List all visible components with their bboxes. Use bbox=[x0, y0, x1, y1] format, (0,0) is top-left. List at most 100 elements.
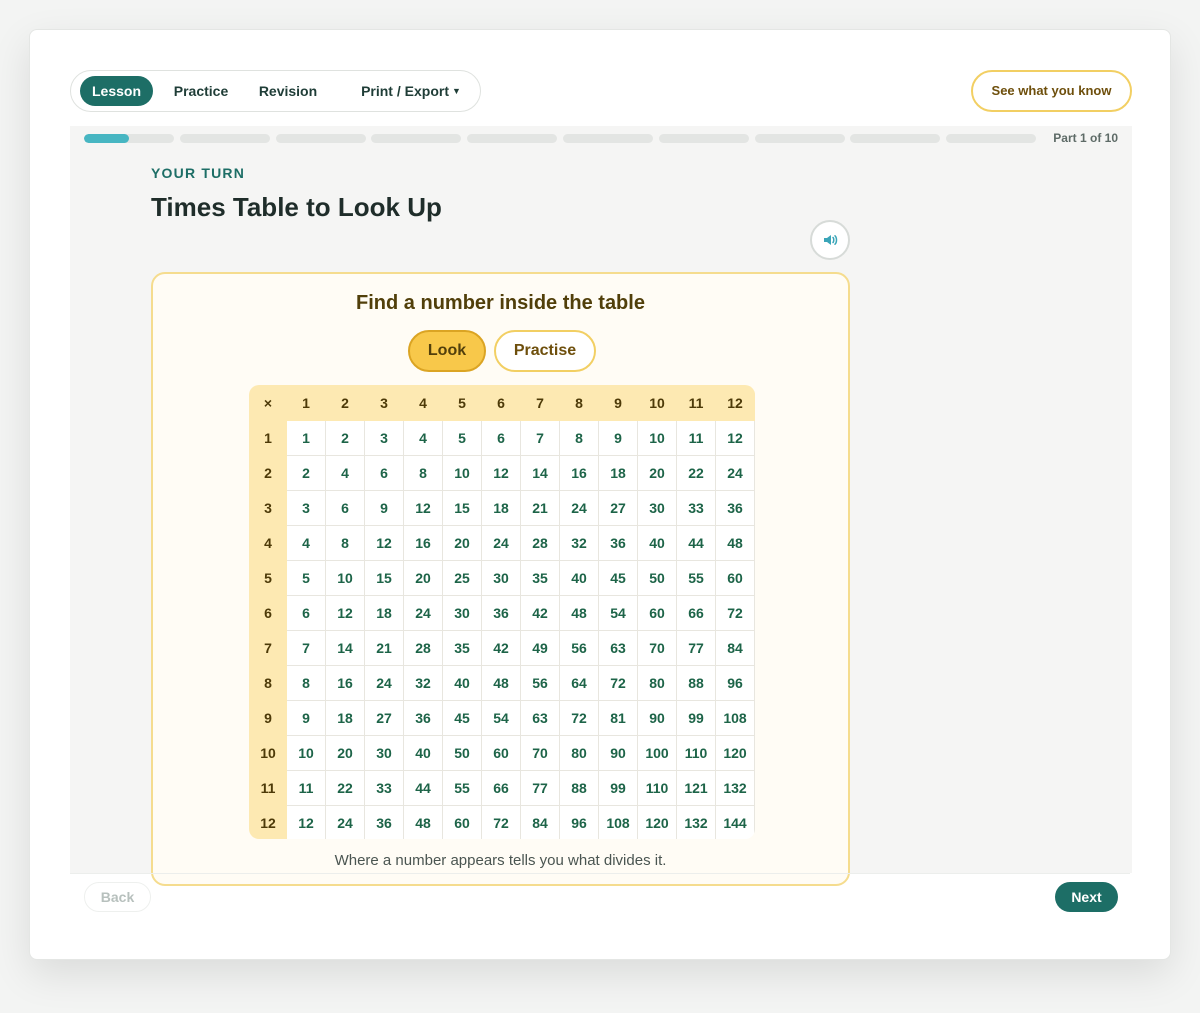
table-cell[interactable]: 20 bbox=[442, 525, 482, 561]
table-cell[interactable]: 66 bbox=[676, 595, 716, 631]
table-cell[interactable]: 5 bbox=[286, 560, 326, 596]
table-cell[interactable]: 72 bbox=[481, 805, 521, 839]
table-cell[interactable]: 7 bbox=[520, 420, 560, 456]
table-cell[interactable]: 5 bbox=[442, 420, 482, 456]
table-cell[interactable]: 70 bbox=[637, 630, 677, 666]
table-cell[interactable]: 16 bbox=[403, 525, 443, 561]
table-cell[interactable]: 7 bbox=[286, 630, 326, 666]
table-cell[interactable]: 24 bbox=[715, 455, 755, 491]
table-cell[interactable]: 20 bbox=[325, 735, 365, 771]
table-cell[interactable]: 25 bbox=[442, 560, 482, 596]
table-cell[interactable]: 77 bbox=[520, 770, 560, 806]
table-cell[interactable]: 96 bbox=[715, 665, 755, 701]
table-cell[interactable]: 40 bbox=[403, 735, 443, 771]
table-cell[interactable]: 40 bbox=[559, 560, 599, 596]
table-cell[interactable]: 81 bbox=[598, 700, 638, 736]
table-cell[interactable]: 6 bbox=[286, 595, 326, 631]
table-cell[interactable]: 8 bbox=[286, 665, 326, 701]
table-cell[interactable]: 45 bbox=[598, 560, 638, 596]
table-cell[interactable]: 56 bbox=[559, 630, 599, 666]
table-cell[interactable]: 48 bbox=[559, 595, 599, 631]
table-cell[interactable]: 55 bbox=[442, 770, 482, 806]
table-cell[interactable]: 42 bbox=[481, 630, 521, 666]
table-cell[interactable]: 132 bbox=[676, 805, 716, 839]
table-cell[interactable]: 54 bbox=[481, 700, 521, 736]
table-cell[interactable]: 28 bbox=[403, 630, 443, 666]
table-cell[interactable]: 24 bbox=[403, 595, 443, 631]
table-cell[interactable]: 3 bbox=[364, 420, 404, 456]
table-cell[interactable]: 100 bbox=[637, 735, 677, 771]
table-cell[interactable]: 12 bbox=[715, 420, 755, 456]
table-cell[interactable]: 30 bbox=[364, 735, 404, 771]
table-cell[interactable]: 10 bbox=[442, 455, 482, 491]
table-cell[interactable]: 77 bbox=[676, 630, 716, 666]
table-cell[interactable]: 36 bbox=[715, 490, 755, 526]
table-cell[interactable]: 35 bbox=[520, 560, 560, 596]
table-cell[interactable]: 72 bbox=[559, 700, 599, 736]
tab-revision[interactable]: Revision bbox=[253, 76, 323, 106]
table-cell[interactable]: 16 bbox=[325, 665, 365, 701]
table-cell[interactable]: 55 bbox=[676, 560, 716, 596]
table-cell[interactable]: 121 bbox=[676, 770, 716, 806]
table-cell[interactable]: 88 bbox=[559, 770, 599, 806]
table-cell[interactable]: 35 bbox=[442, 630, 482, 666]
table-cell[interactable]: 63 bbox=[520, 700, 560, 736]
table-cell[interactable]: 32 bbox=[403, 665, 443, 701]
table-cell[interactable]: 21 bbox=[364, 630, 404, 666]
print-export-dropdown[interactable]: Print / Export ▼ bbox=[350, 76, 472, 106]
look-toggle-button[interactable]: Look bbox=[408, 330, 486, 372]
table-cell[interactable]: 8 bbox=[325, 525, 365, 561]
table-cell[interactable]: 48 bbox=[403, 805, 443, 839]
table-cell[interactable]: 56 bbox=[520, 665, 560, 701]
table-cell[interactable]: 60 bbox=[442, 805, 482, 839]
table-cell[interactable]: 11 bbox=[676, 420, 716, 456]
table-cell[interactable]: 12 bbox=[286, 805, 326, 839]
table-cell[interactable]: 11 bbox=[286, 770, 326, 806]
table-cell[interactable]: 10 bbox=[637, 420, 677, 456]
table-cell[interactable]: 96 bbox=[559, 805, 599, 839]
table-cell[interactable]: 49 bbox=[520, 630, 560, 666]
table-cell[interactable]: 6 bbox=[325, 490, 365, 526]
table-cell[interactable]: 18 bbox=[364, 595, 404, 631]
table-cell[interactable]: 4 bbox=[286, 525, 326, 561]
table-cell[interactable]: 18 bbox=[481, 490, 521, 526]
table-cell[interactable]: 120 bbox=[637, 805, 677, 839]
table-cell[interactable]: 22 bbox=[325, 770, 365, 806]
table-cell[interactable]: 15 bbox=[442, 490, 482, 526]
table-cell[interactable]: 14 bbox=[520, 455, 560, 491]
table-cell[interactable]: 66 bbox=[481, 770, 521, 806]
table-cell[interactable]: 10 bbox=[286, 735, 326, 771]
table-cell[interactable]: 12 bbox=[403, 490, 443, 526]
table-cell[interactable]: 48 bbox=[481, 665, 521, 701]
see-what-you-know-button[interactable]: See what you know bbox=[971, 70, 1132, 112]
table-cell[interactable]: 33 bbox=[364, 770, 404, 806]
table-cell[interactable]: 10 bbox=[325, 560, 365, 596]
table-cell[interactable]: 24 bbox=[325, 805, 365, 839]
table-cell[interactable]: 27 bbox=[598, 490, 638, 526]
table-cell[interactable]: 44 bbox=[403, 770, 443, 806]
table-cell[interactable]: 63 bbox=[598, 630, 638, 666]
table-cell[interactable]: 30 bbox=[637, 490, 677, 526]
table-cell[interactable]: 4 bbox=[325, 455, 365, 491]
table-cell[interactable]: 72 bbox=[598, 665, 638, 701]
table-cell[interactable]: 24 bbox=[481, 525, 521, 561]
table-cell[interactable]: 132 bbox=[715, 770, 755, 806]
table-cell[interactable]: 88 bbox=[676, 665, 716, 701]
table-cell[interactable]: 36 bbox=[403, 700, 443, 736]
table-cell[interactable]: 110 bbox=[637, 770, 677, 806]
table-cell[interactable]: 50 bbox=[637, 560, 677, 596]
table-cell[interactable]: 1 bbox=[286, 420, 326, 456]
table-cell[interactable]: 14 bbox=[325, 630, 365, 666]
table-cell[interactable]: 90 bbox=[637, 700, 677, 736]
table-cell[interactable]: 72 bbox=[715, 595, 755, 631]
table-cell[interactable]: 30 bbox=[481, 560, 521, 596]
table-cell[interactable]: 27 bbox=[364, 700, 404, 736]
table-cell[interactable]: 64 bbox=[559, 665, 599, 701]
table-cell[interactable]: 32 bbox=[559, 525, 599, 561]
table-cell[interactable]: 40 bbox=[637, 525, 677, 561]
table-cell[interactable]: 15 bbox=[364, 560, 404, 596]
table-cell[interactable]: 50 bbox=[442, 735, 482, 771]
table-cell[interactable]: 6 bbox=[481, 420, 521, 456]
table-cell[interactable]: 6 bbox=[364, 455, 404, 491]
table-cell[interactable]: 45 bbox=[442, 700, 482, 736]
